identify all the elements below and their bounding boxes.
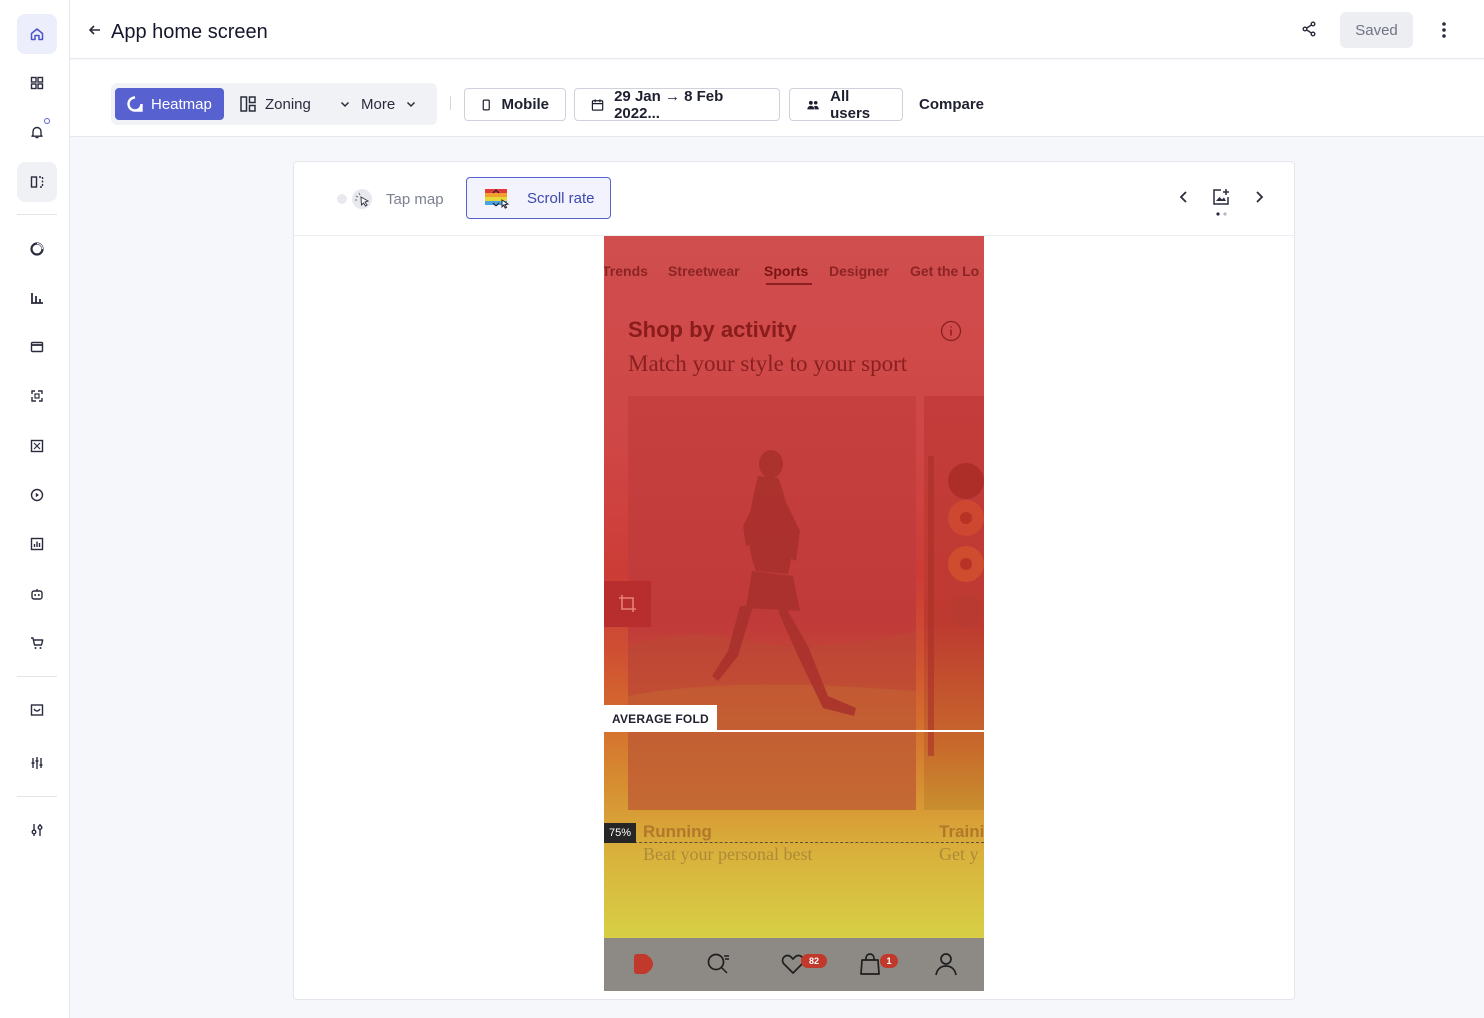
device-selector[interactable]: Mobile [464,88,566,121]
phone-bottom-nav: 82 1 [604,938,984,991]
phone-screenshot: Trends Streetwear Sports Designer Get th… [604,236,984,991]
sidebar-report-icon[interactable] [17,524,57,564]
notification-dot [44,118,50,124]
calendar-icon [591,98,604,111]
section-title: Shop by activity [628,317,797,342]
heatmap-icon [127,96,143,112]
training-illustration [928,456,984,756]
saved-button[interactable]: Saved [1340,12,1413,48]
app-root: App home screen Saved Heatmap Zoning Mor… [0,0,1484,1018]
sidebar-analytics-icon[interactable] [17,229,57,269]
category-tab: Designer [829,263,889,279]
tap-map-label[interactable]: Tap map [386,191,444,208]
share-icon[interactable] [1300,20,1318,38]
wishlist-badge: 82 [801,954,827,968]
add-screenshot-icon[interactable] [1211,187,1231,207]
more-options-icon[interactable] [1434,20,1454,40]
sidebar-home-icon[interactable] [17,14,57,54]
scroll-percent-line [604,842,984,843]
scroll-rate-icon [485,189,510,209]
scroll-rate-button[interactable]: Scroll rate [466,177,611,219]
info-icon [940,320,962,342]
crop-icon [604,581,651,627]
active-tab-underline [766,283,812,285]
average-fold-label: AVERAGE FOLD [604,705,717,731]
heatmap-tab-label: Heatmap [151,95,212,113]
card-subtitle: Get y [939,844,979,864]
sidebar-divider [17,676,57,677]
page-header: App home screen Saved [70,0,1484,59]
sidebar-bot-icon[interactable] [17,574,57,614]
profile-icon [935,953,957,976]
sidebar-divider [17,214,57,215]
sidebar-page-icon[interactable] [17,327,57,367]
mobile-icon [482,99,490,110]
bag-badge: 1 [880,954,898,968]
device-label: Mobile [501,96,550,113]
view-mode-switcher: Heatmap Zoning More [111,83,437,125]
users-icon [807,100,819,109]
sidebar-dashboard-icon[interactable] [17,63,57,103]
sidebar [0,0,70,1018]
sidebar-compare-icon[interactable] [17,162,57,202]
scroll-percent-label: 75% [604,823,637,843]
sidebar-settings-icon[interactable] [17,810,57,850]
card-title: Traini [939,822,984,841]
runner-illustration [628,450,916,810]
toolbar: Heatmap Zoning More Mobile 29 Jan → 8 Fe… [70,60,1484,137]
tap-map-toggle[interactable] [334,187,378,211]
zoning-tab-label: Zoning [265,95,311,113]
zoning-tab[interactable]: Zoning [239,88,311,120]
sidebar-inbox-icon[interactable] [17,690,57,730]
segment-label: All users [830,87,871,122]
sidebar-alerts-icon[interactable] [17,112,57,152]
back-arrow-icon[interactable] [87,22,103,38]
scroll-rate-label: Scroll rate [527,189,595,207]
training-image [924,396,984,810]
page-title: App home screen [111,21,268,43]
pagination-dots [1216,212,1227,216]
search-icon [707,953,729,974]
card-subtitle: Beat your personal best [643,844,813,864]
sidebar-integrations-icon[interactable] [17,743,57,783]
chevron-down-icon [407,101,416,108]
running-image [628,396,916,810]
sidebar-cart-icon[interactable] [17,623,57,663]
compare-button[interactable]: Compare [919,96,984,113]
date-range-label: 29 Jan → 8 Feb 2022... [614,87,724,122]
chevron-left-icon[interactable] [1176,189,1192,205]
more-label: More [361,95,396,113]
sidebar-divider [17,796,57,797]
home-shape-icon [634,954,653,974]
category-tab: Streetwear [668,263,740,279]
toolbar-divider [450,96,451,110]
chevron-right-icon[interactable] [1251,189,1267,205]
sidebar-replay-icon[interactable] [17,475,57,515]
sidebar-journey-icon[interactable] [17,376,57,416]
heatmap-tab[interactable]: Heatmap [115,88,224,120]
zoning-icon [240,96,256,112]
category-tab-active: Sports [764,263,809,279]
card-title: Running [643,822,712,841]
sidebar-chart-icon[interactable] [17,278,57,318]
heatmap-card-header: Tap map Scroll rate [294,162,1294,236]
category-tab: Get the Lo [910,263,980,279]
chevron-down-icon [340,101,350,108]
date-range-selector[interactable]: 29 Jan → 8 Feb 2022... [574,87,780,122]
heatmap-card: Tap map Scroll rate Trends Streetwear Sp… [293,161,1295,1000]
category-tab: Trends [604,263,648,279]
segment-selector[interactable]: All users [789,87,903,122]
sidebar-zone-icon[interactable] [17,426,57,466]
section-subtitle: Match your style to your sport [628,351,908,376]
more-dropdown[interactable]: More [339,88,417,120]
